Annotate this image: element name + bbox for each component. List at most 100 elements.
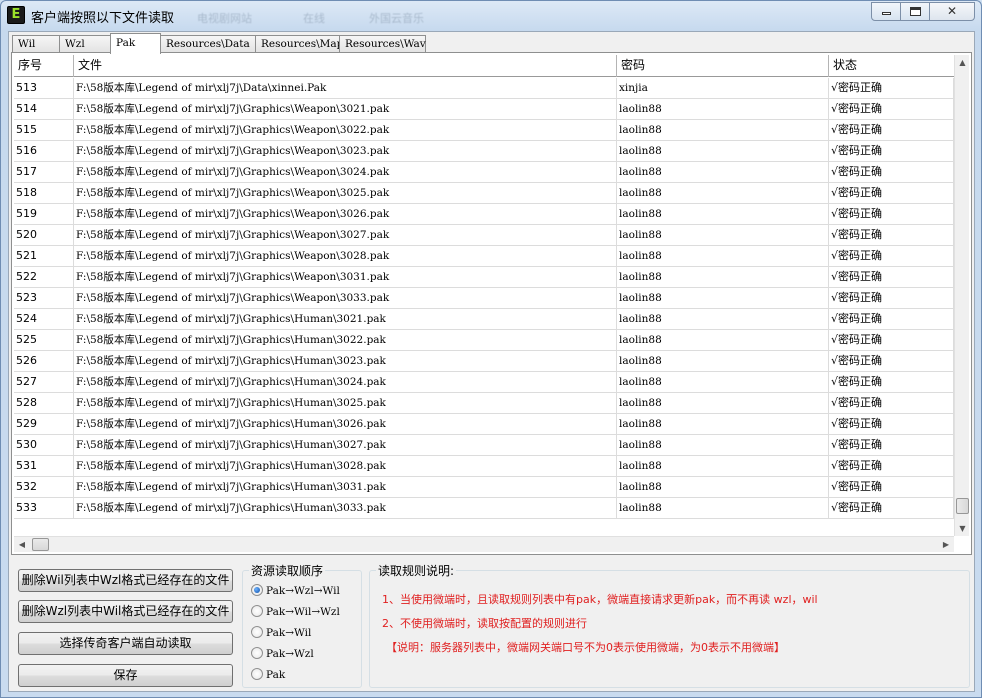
cell-index: 513 xyxy=(14,78,74,99)
cell-status: √密码正确 xyxy=(829,435,954,456)
read-order-radio[interactable]: Pak→Wzl→Wil xyxy=(251,583,340,599)
horizontal-scrollbar[interactable]: ◀ ▶ xyxy=(14,536,954,552)
cell-index: 531 xyxy=(14,456,74,477)
radio-button-icon[interactable] xyxy=(251,605,263,617)
cell-password: laolin88 xyxy=(617,309,829,330)
table-row[interactable]: 527 F:\58版本库\Legend of mir\xlj7j\Graphics… xyxy=(14,372,954,393)
column-header-index[interactable]: 序号 xyxy=(14,55,74,77)
table-row[interactable]: 530 F:\58版本库\Legend of mir\xlj7j\Graphics… xyxy=(14,435,954,456)
table-row[interactable]: 518 F:\58版本库\Legend of mir\xlj7j\Graphics… xyxy=(14,183,954,204)
table-row[interactable]: 531 F:\58版本库\Legend of mir\xlj7j\Graphics… xyxy=(14,456,954,477)
cell-status: √密码正确 xyxy=(829,351,954,372)
cell-status: √密码正确 xyxy=(829,288,954,309)
cell-status: √密码正确 xyxy=(829,183,954,204)
table-row[interactable]: 513 F:\58版本库\Legend of mir\xlj7j\Data\xin… xyxy=(14,78,954,99)
cell-status: √密码正确 xyxy=(829,162,954,183)
table-row[interactable]: 517 F:\58版本库\Legend of mir\xlj7j\Graphics… xyxy=(14,162,954,183)
minimize-button[interactable] xyxy=(871,2,901,21)
cell-status: √密码正确 xyxy=(829,99,954,120)
table-row[interactable]: 519 F:\58版本库\Legend of mir\xlj7j\Graphics… xyxy=(14,204,954,225)
read-order-radio[interactable]: Pak→Wil xyxy=(251,625,311,641)
cell-index: 520 xyxy=(14,225,74,246)
tab-resources-data[interactable]: Resources\Data xyxy=(160,35,256,53)
cell-status: √密码正确 xyxy=(829,414,954,435)
table-row[interactable]: 532 F:\58版本库\Legend of mir\xlj7j\Graphics… xyxy=(14,477,954,498)
table-row[interactable]: 520 F:\58版本库\Legend of mir\xlj7j\Graphics… xyxy=(14,225,954,246)
main-window: E 客户端按照以下文件读取 电视剧网站 在线 外国云音乐 ✕ Wil Wzl Pak… xyxy=(0,0,982,698)
ghost-menu-item: 电视剧网站 xyxy=(197,12,252,25)
cell-password: laolin88 xyxy=(617,456,829,477)
title-bar[interactable]: E 客户端按照以下文件读取 电视剧网站 在线 外国云音乐 ✕ xyxy=(1,1,981,31)
scroll-up-icon[interactable]: ▲ xyxy=(955,55,969,70)
cell-password: laolin88 xyxy=(617,477,829,498)
tab-wil[interactable]: Wil xyxy=(12,35,60,53)
app-logo-icon: E xyxy=(7,6,25,24)
table-row[interactable]: 523 F:\58版本库\Legend of mir\xlj7j\Graphics… xyxy=(14,288,954,309)
table-row[interactable]: 525 F:\58版本库\Legend of mir\xlj7j\Graphics… xyxy=(14,330,954,351)
cell-password: laolin88 xyxy=(617,414,829,435)
rules-title: 读取规则说明: xyxy=(376,562,457,579)
cell-status: √密码正确 xyxy=(829,330,954,351)
maximize-icon xyxy=(910,7,921,16)
cell-index: 527 xyxy=(14,372,74,393)
cell-file: F:\58版本库\Legend of mir\xlj7j\Graphics\We… xyxy=(74,141,617,162)
cell-file: F:\58版本库\Legend of mir\xlj7j\Graphics\Hu… xyxy=(74,498,617,519)
scroll-thumb[interactable] xyxy=(956,498,969,514)
rule-line-2: 2、不使用微端时，读取按配置的规则进行 xyxy=(382,617,587,630)
table-row[interactable]: 514 F:\58版本库\Legend of mir\xlj7j\Graphics… xyxy=(14,99,954,120)
table-row[interactable]: 522 F:\58版本库\Legend of mir\xlj7j\Graphics… xyxy=(14,267,954,288)
radio-button-icon[interactable] xyxy=(251,626,263,638)
vertical-scrollbar[interactable]: ▲ ▼ xyxy=(954,55,969,536)
client-area: Wil Wzl Pak Resources\Data Resources\Map Reso… xyxy=(8,31,975,692)
auto-read-client-button[interactable]: 选择传奇客户端自动读取 xyxy=(18,632,233,655)
hscroll-thumb[interactable] xyxy=(32,538,49,551)
radio-button-icon[interactable] xyxy=(251,647,263,659)
delete-wil-duplicates-button[interactable]: 删除Wil列表中Wzl格式已经存在的文件 xyxy=(18,569,233,592)
cell-status: √密码正确 xyxy=(829,393,954,414)
cell-file: F:\58版本库\Legend of mir\xlj7j\Graphics\Hu… xyxy=(74,456,617,477)
column-header-status[interactable]: 状态 xyxy=(829,55,954,77)
save-button[interactable]: 保存 xyxy=(18,664,233,687)
column-header-file[interactable]: 文件 xyxy=(74,55,617,77)
column-header-password[interactable]: 密码 xyxy=(617,55,829,77)
table-row[interactable]: 521 F:\58版本库\Legend of mir\xlj7j\Graphics… xyxy=(14,246,954,267)
scroll-down-icon[interactable]: ▼ xyxy=(955,521,969,536)
table-row[interactable]: 533 F:\58版本库\Legend of mir\xlj7j\Graphics… xyxy=(14,498,954,519)
tab-wzl[interactable]: Wzl xyxy=(59,35,111,53)
ghost-menu-item: 在线 xyxy=(303,12,325,25)
close-button[interactable]: ✕ xyxy=(929,2,975,21)
tab-pak[interactable]: Pak xyxy=(110,33,161,54)
radio-button-icon[interactable] xyxy=(251,584,263,596)
radio-label: Pak→Wzl xyxy=(266,648,314,660)
scroll-right-icon[interactable]: ▶ xyxy=(938,537,954,552)
radio-button-icon[interactable] xyxy=(251,668,263,680)
table-row[interactable]: 526 F:\58版本库\Legend of mir\xlj7j\Graphics… xyxy=(14,351,954,372)
read-order-group: 资源读取顺序 Pak→Wzl→Wil Pak→Wil→Wzl Pak→Wil Pak→… xyxy=(242,562,362,688)
table-row[interactable]: 524 F:\58版本库\Legend of mir\xlj7j\Graphics… xyxy=(14,309,954,330)
tab-strip: Wil Wzl Pak Resources\Data Resources\Map Reso… xyxy=(12,33,426,54)
cell-file: F:\58版本库\Legend of mir\xlj7j\Data\xinnei… xyxy=(74,78,617,99)
cell-password: laolin88 xyxy=(617,204,829,225)
delete-wzl-duplicates-button[interactable]: 删除Wzl列表中Wil格式已经存在的文件 xyxy=(18,600,233,623)
read-order-radio[interactable]: Pak xyxy=(251,667,285,683)
cell-password: laolin88 xyxy=(617,267,829,288)
tab-resources-wav[interactable]: Resources\Wav xyxy=(339,35,426,53)
cell-password: laolin88 xyxy=(617,435,829,456)
table-row[interactable]: 529 F:\58版本库\Legend of mir\xlj7j\Graphics… xyxy=(14,414,954,435)
cell-password: laolin88 xyxy=(617,246,829,267)
maximize-button[interactable] xyxy=(900,2,930,21)
file-list[interactable]: 序号 文件 密码 状态 513 F:\58版本库\Legend of mir\xl… xyxy=(14,55,969,552)
read-order-radio[interactable]: Pak→Wzl xyxy=(251,646,314,662)
close-icon: ✕ xyxy=(946,4,958,18)
table-row[interactable]: 515 F:\58版本库\Legend of mir\xlj7j\Graphics… xyxy=(14,120,954,141)
cell-index: 522 xyxy=(14,267,74,288)
read-order-radio[interactable]: Pak→Wil→Wzl xyxy=(251,604,340,620)
cell-index: 529 xyxy=(14,414,74,435)
table-row[interactable]: 528 F:\58版本库\Legend of mir\xlj7j\Graphics… xyxy=(14,393,954,414)
cell-file: F:\58版本库\Legend of mir\xlj7j\Graphics\We… xyxy=(74,246,617,267)
tab-resources-map[interactable]: Resources\Map xyxy=(255,35,343,53)
cell-status: √密码正确 xyxy=(829,372,954,393)
table-row[interactable]: 516 F:\58版本库\Legend of mir\xlj7j\Graphics… xyxy=(14,141,954,162)
scroll-left-icon[interactable]: ◀ xyxy=(14,537,30,552)
rules-group: 读取规则说明: 1、当使用微端时，且读取规则列表中有pak，微端直接请求更新pa… xyxy=(369,562,970,688)
